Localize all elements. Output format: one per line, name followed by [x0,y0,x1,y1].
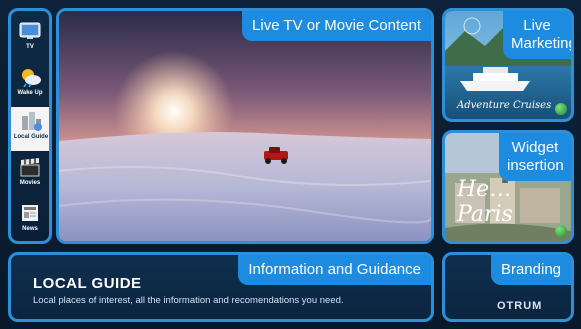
live-tv-tag: Live TV or Movie Content [242,11,431,41]
newspaper-icon [22,205,38,221]
guide-description: Local places of interest, all the inform… [33,295,344,306]
ad-caption: Adventure Cruises [457,100,552,111]
sidebar-item-news[interactable]: News [11,199,49,241]
sidebar-item-tv[interactable]: TV [11,17,49,61]
live-marketing-tag: Live Marketing [503,11,571,59]
hotel-tv-screen: TV Wake Up Local Guide Movies News Live … [0,0,581,329]
status-indicator-icon [555,225,567,237]
weather-icon [22,69,41,87]
widget-tag: Widget insertion [499,133,571,181]
buildings-icon [22,112,42,131]
sidebar-menu: TV Wake Up Local Guide Movies News [8,8,52,244]
sidebar-item-label: Local Guide [13,134,49,140]
sidebar-item-local-guide[interactable]: Local Guide [11,107,49,151]
sidebar-item-movies[interactable]: Movies [11,153,49,197]
tv-icon [19,22,41,39]
snow-landscape-image [59,11,431,241]
information-tag: Information and Guidance [238,255,431,285]
information-panel[interactable]: LOCAL GUIDE Local places of interest, al… [8,252,434,322]
sidebar-item-label: News [22,226,38,232]
sidebar-item-wake-up[interactable]: Wake Up [11,63,49,107]
sidebar-item-label: Wake Up [17,90,43,96]
sidebar-item-label: TV [26,44,34,50]
widget-script-text: He… Paris [457,177,513,227]
guide-title: LOCAL GUIDE [33,275,142,292]
brand-logo: OTRUM [497,300,543,312]
branding-panel: OTRUM Branding [442,252,574,322]
sidebar-item-label: Movies [19,180,41,186]
live-tv-panel[interactable]: Live TV or Movie Content [56,8,434,244]
clapperboard-icon [20,158,40,177]
widget-panel[interactable]: He… Paris Widget insertion [442,130,574,244]
branding-tag: Branding [490,255,571,285]
live-marketing-panel[interactable]: Adventure Cruises Live Marketing [442,8,574,122]
status-indicator-icon [555,103,567,115]
